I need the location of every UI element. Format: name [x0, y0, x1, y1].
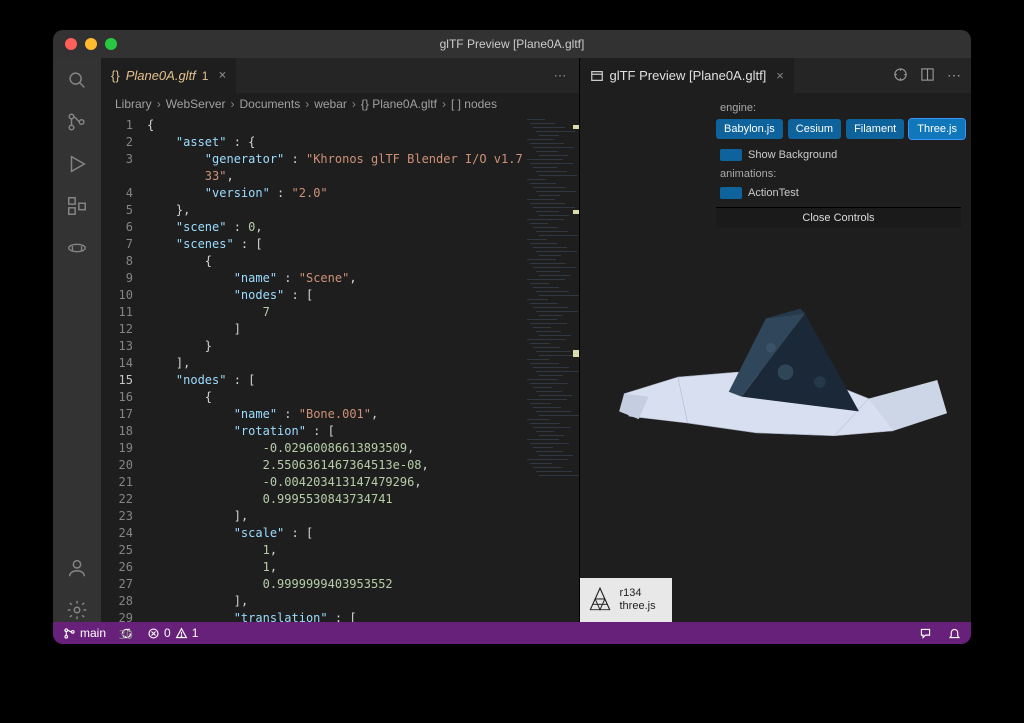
- problems[interactable]: 0 1: [147, 626, 198, 640]
- close-window-button[interactable]: [65, 38, 77, 50]
- tab-plane0a[interactable]: {} Plane0A.gltf 1 ×: [101, 58, 236, 93]
- compass-icon[interactable]: [893, 67, 908, 82]
- tab-gltf-preview[interactable]: glTF Preview [Plane0A.gltf] ×: [580, 58, 794, 93]
- breadcrumb-item[interactable]: Library: [115, 97, 152, 111]
- engine-buttons: Babylon.jsCesiumFilamentThree.js: [716, 117, 961, 145]
- tab-close-icon[interactable]: ×: [214, 68, 226, 83]
- editor-more-actions[interactable]: ⋯: [554, 68, 569, 84]
- search-icon[interactable]: [65, 68, 89, 92]
- close-controls-button[interactable]: Close Controls: [716, 207, 961, 228]
- warning-icon: [175, 627, 188, 640]
- feedback-icon[interactable]: [919, 627, 932, 640]
- animation-name: ActionTest: [748, 187, 799, 199]
- breadcrumb-item[interactable]: webar: [314, 97, 347, 111]
- animation-checkbox[interactable]: [720, 187, 742, 199]
- engine-babylonjs[interactable]: Babylon.js: [716, 119, 783, 139]
- threejs-logo-icon: [586, 586, 614, 614]
- code-content[interactable]: { "asset" : { "generator" : "Khronos glT…: [147, 115, 523, 622]
- threejs-badge: r134 three.js: [580, 578, 672, 622]
- show-background-checkbox[interactable]: [720, 149, 742, 161]
- breadcrumb-item[interactable]: {} Plane0A.gltf: [361, 97, 437, 111]
- breadcrumb-item[interactable]: WebServer: [166, 97, 226, 111]
- engine-cesium[interactable]: Cesium: [788, 119, 841, 139]
- workbench: {} Plane0A.gltf 1 × ⋯ Library›WebServer›…: [53, 58, 971, 622]
- preview-icon: [590, 69, 604, 83]
- breadcrumb-item[interactable]: Documents: [240, 97, 301, 111]
- gltf-icon[interactable]: [65, 236, 89, 260]
- warning-count: 1: [192, 626, 199, 640]
- preview-viewport[interactable]: engine: Babylon.jsCesiumFilamentThree.js…: [580, 93, 972, 622]
- show-background-label: Show Background: [748, 149, 837, 161]
- git-branch[interactable]: main: [63, 626, 106, 640]
- activity-bar: [53, 58, 101, 622]
- animation-row[interactable]: ActionTest: [716, 183, 961, 203]
- breadcrumbs[interactable]: Library›WebServer›Documents›webar›{} Pla…: [101, 93, 579, 115]
- titlebar[interactable]: glTF Preview [Plane0A.gltf]: [53, 30, 971, 58]
- threejs-version: r134: [620, 587, 656, 600]
- window-controls: [53, 38, 117, 50]
- run-debug-icon[interactable]: [65, 152, 89, 176]
- preview-tab-actions: ⋯: [893, 67, 961, 84]
- editor-area: {} Plane0A.gltf 1 × ⋯ Library›WebServer›…: [101, 58, 971, 622]
- engine-label: engine:: [716, 99, 961, 117]
- tab-modified-indicator: 1: [202, 69, 209, 83]
- editor-pane: {} Plane0A.gltf 1 × ⋯ Library›WebServer›…: [101, 58, 580, 622]
- minimap[interactable]: [523, 115, 579, 622]
- code-editor[interactable]: 1234567891011121314151617181920212223242…: [101, 115, 579, 622]
- show-background-row[interactable]: Show Background: [716, 145, 961, 165]
- extensions-icon[interactable]: [65, 194, 89, 218]
- controls-panel: engine: Babylon.jsCesiumFilamentThree.js…: [716, 99, 961, 228]
- json-icon: {}: [111, 68, 120, 83]
- breadcrumb-item[interactable]: [ ] nodes: [451, 97, 497, 111]
- error-count: 0: [164, 626, 171, 640]
- branch-icon: [63, 627, 76, 640]
- settings-gear-icon[interactable]: [65, 598, 89, 622]
- threejs-name: three.js: [620, 600, 656, 613]
- tab-filename: Plane0A.gltf: [126, 68, 196, 83]
- status-bar: main 0 1: [53, 622, 971, 644]
- preview-tab-close-icon[interactable]: ×: [772, 68, 784, 83]
- preview-more-actions[interactable]: ⋯: [947, 67, 961, 84]
- animations-label: animations:: [716, 165, 961, 183]
- minimize-window-button[interactable]: [85, 38, 97, 50]
- notifications-icon[interactable]: [948, 627, 961, 640]
- preview-tabs: glTF Preview [Plane0A.gltf] × ⋯: [580, 58, 972, 93]
- vscode-window: glTF Preview [Plane0A.gltf] {} Plane0A.g…: [53, 30, 971, 644]
- window-title: glTF Preview [Plane0A.gltf]: [53, 37, 971, 51]
- preview-pane: glTF Preview [Plane0A.gltf] × ⋯: [580, 58, 972, 622]
- accounts-icon[interactable]: [65, 556, 89, 580]
- source-control-icon[interactable]: [65, 110, 89, 134]
- split-editor-icon[interactable]: [920, 67, 935, 82]
- engine-threejs[interactable]: Three.js: [909, 119, 965, 139]
- engine-filament[interactable]: Filament: [846, 119, 904, 139]
- error-icon: [147, 627, 160, 640]
- editor-tabs: {} Plane0A.gltf 1 × ⋯: [101, 58, 579, 93]
- preview-tab-title: glTF Preview [Plane0A.gltf]: [610, 68, 767, 83]
- zoom-window-button[interactable]: [105, 38, 117, 50]
- line-gutter: 1234567891011121314151617181920212223242…: [101, 115, 147, 622]
